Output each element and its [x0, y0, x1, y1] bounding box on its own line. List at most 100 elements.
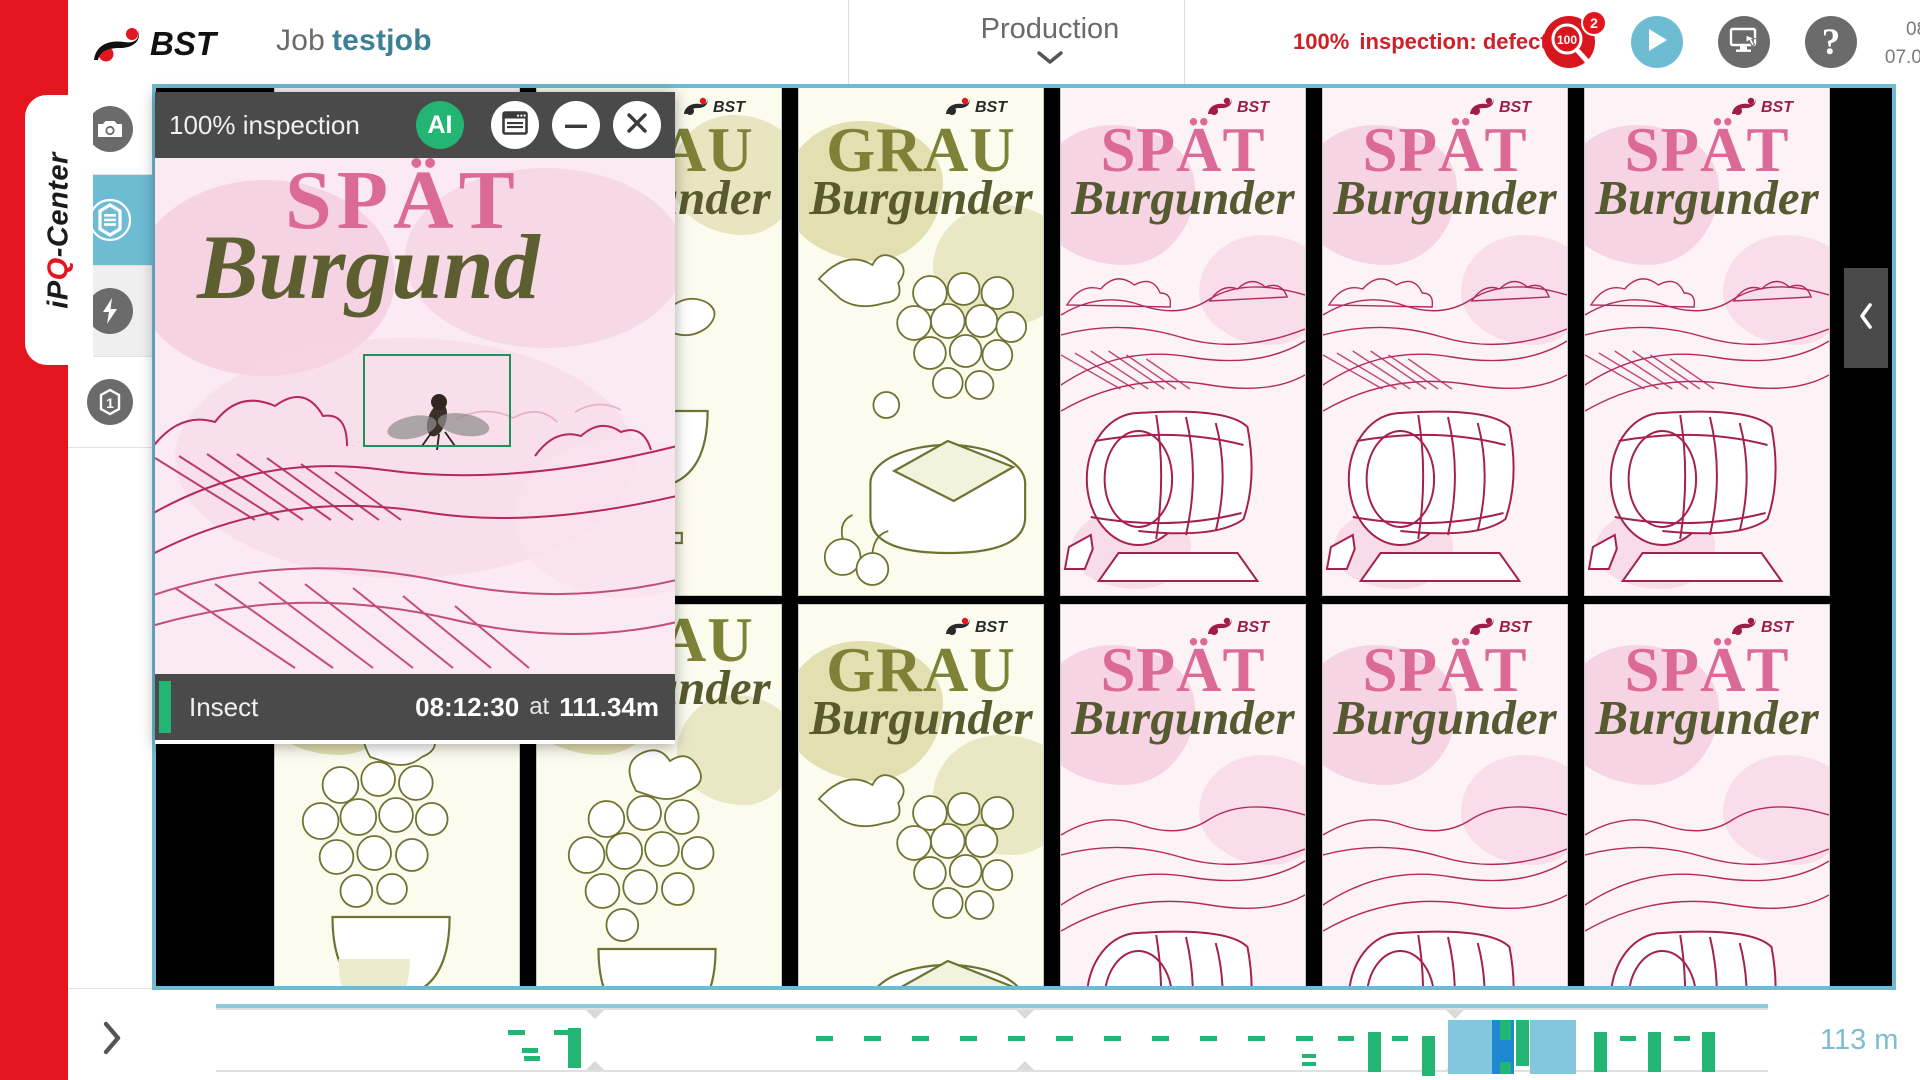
svg-text:BST: BST	[713, 99, 746, 116]
clock: 08:12:31 07.03.2024	[1880, 16, 1920, 71]
label-artwork-barrel	[1061, 755, 1305, 986]
defect-at-label: at	[529, 693, 550, 720]
report-button[interactable]	[491, 101, 539, 149]
help-button[interactable]: ?	[1805, 16, 1857, 68]
chevron-left-icon	[1857, 302, 1875, 335]
sidebar-item-channel-one[interactable]: 1	[68, 357, 152, 447]
svg-text:BST: BST	[975, 99, 1008, 116]
defect-timeline[interactable]: 113 m	[68, 1000, 1920, 1080]
label-artwork-barrel	[1323, 235, 1567, 595]
label-subtitle: Burgunder	[1333, 170, 1557, 225]
label-artwork-grapes-cheese	[799, 755, 1043, 986]
svg-text:100: 100	[1557, 33, 1577, 47]
panel-collapse-handle[interactable]	[1844, 268, 1888, 368]
label-subtitle: Burgunder	[809, 690, 1033, 745]
label-subtitle: Burgunder	[1595, 170, 1819, 225]
ipq-q: Q	[42, 256, 75, 280]
timeline-scroll-right[interactable]	[86, 1014, 138, 1066]
label-cell[interactable]: BST GRAU Burgunder	[790, 604, 1052, 986]
label-cell[interactable]: BST SPÄT Burgunder	[1052, 604, 1314, 986]
job-indicator: Job testjob	[276, 24, 432, 58]
timeline-position-label: 113 m	[1820, 1024, 1899, 1056]
defect-time: 08:12:30	[415, 691, 520, 722]
close-icon	[625, 111, 649, 140]
header-divider	[848, 0, 849, 84]
inspection-target-icon	[87, 197, 133, 243]
svg-text:BST: BST	[1761, 619, 1794, 636]
label-subtitle: Burgunder	[1071, 170, 1295, 225]
defect-bounding-box	[363, 354, 511, 447]
defect-count-badge: 2	[1581, 10, 1607, 36]
ipq-center-label: iPQ-Center	[43, 152, 76, 308]
play-button[interactable]	[1631, 16, 1683, 68]
camera-one-icon: 1	[87, 379, 133, 425]
label-cell[interactable]: BST SPÄT Burgunder	[1314, 604, 1576, 986]
svg-text:BST: BST	[150, 25, 219, 62]
defect-popup-title: 100% inspection	[169, 109, 360, 140]
defect-popup-footer: Insect 08:12:30 at 111.34m	[155, 674, 675, 740]
clock-date: 07.03.2024	[1884, 46, 1920, 68]
ipq-center-app: BST Job testjob Production 100% inspectio…	[0, 0, 1920, 1080]
defect-position: 111.34m	[559, 691, 659, 722]
report-window-icon	[502, 110, 528, 140]
svg-text:Burgund: Burgund	[196, 216, 542, 318]
clock-time: 08:12:31	[1906, 19, 1920, 40]
svg-text:BST: BST	[1499, 619, 1532, 636]
svg-text:BST: BST	[1761, 99, 1794, 116]
label-cell[interactable]: BST SPÄT Burgunder	[1314, 88, 1576, 596]
label-artwork-barrel	[1061, 235, 1305, 595]
job-value: testjob	[331, 24, 432, 57]
app-header: BST Job testjob Production 100% inspectio…	[68, 0, 1920, 84]
ipq-suffix: -Center	[42, 151, 75, 257]
svg-text:BST: BST	[1237, 619, 1270, 636]
play-icon	[1645, 27, 1669, 58]
bst-logo: BST	[80, 18, 250, 66]
help-label: ?	[1821, 21, 1841, 63]
ipq-center-brand-tab: iPQ-Center	[25, 95, 93, 365]
inspection-status: 100% inspection: defect	[1293, 29, 1548, 55]
minimize-icon	[564, 116, 588, 134]
label-subtitle: Burgunder	[1071, 690, 1295, 745]
label-artwork-barrel	[1323, 755, 1567, 986]
label-cell[interactable]: BST SPÄT Burgunder	[1576, 604, 1838, 986]
defect-severity-bar	[159, 681, 171, 733]
defect-name: Insect	[189, 691, 259, 722]
ipq-prefix: iP	[42, 279, 75, 309]
screen-touch-icon	[1729, 25, 1759, 60]
label-cell[interactable]: BST SPÄT Burgunder	[1052, 88, 1314, 596]
svg-text:BST: BST	[975, 619, 1008, 636]
label-cell[interactable]: BST SPÄT Burgunder	[1576, 88, 1838, 596]
label-artwork-barrel	[1585, 755, 1829, 986]
header-divider	[1184, 0, 1185, 84]
label-cell[interactable]: BST GRAU Burgunder	[790, 88, 1052, 596]
timeline-track[interactable]	[216, 1008, 1768, 1076]
label-artwork-grapes-glass	[537, 735, 781, 986]
label-artwork-barrel	[1585, 235, 1829, 595]
screen-touch-button[interactable]	[1718, 16, 1770, 68]
defect-popup-header: 100% inspection AI	[155, 92, 675, 158]
chevron-down-icon	[1037, 50, 1063, 70]
status-percent: 100%	[1293, 29, 1350, 54]
defect-image[interactable]: SPÄT Burgund	[155, 158, 675, 674]
chevron-right-icon	[101, 1021, 123, 1060]
status-text: inspection: defect	[1359, 29, 1548, 54]
camera-icon	[87, 106, 133, 152]
close-button[interactable]	[613, 101, 661, 149]
job-label: Job	[276, 24, 325, 57]
svg-text:1: 1	[106, 395, 114, 411]
web-right-gutter	[1832, 88, 1892, 986]
minimize-button[interactable]	[552, 101, 600, 149]
mode-label: Production	[980, 12, 1120, 45]
lightning-bolt-icon	[87, 288, 133, 334]
mode-selector[interactable]: Production	[916, 0, 1184, 84]
defect-popup[interactable]: 100% inspection AI SPÄT Burgund Insect 0…	[155, 92, 675, 744]
ai-badge[interactable]: AI	[416, 101, 464, 149]
svg-text:BST: BST	[1499, 99, 1532, 116]
label-subtitle: Burgunder	[809, 170, 1033, 225]
svg-text:BST: BST	[1237, 99, 1270, 116]
label-artwork-grapes-cheese	[799, 235, 1043, 595]
label-subtitle: Burgunder	[1333, 690, 1557, 745]
label-subtitle: Burgunder	[1595, 690, 1819, 745]
